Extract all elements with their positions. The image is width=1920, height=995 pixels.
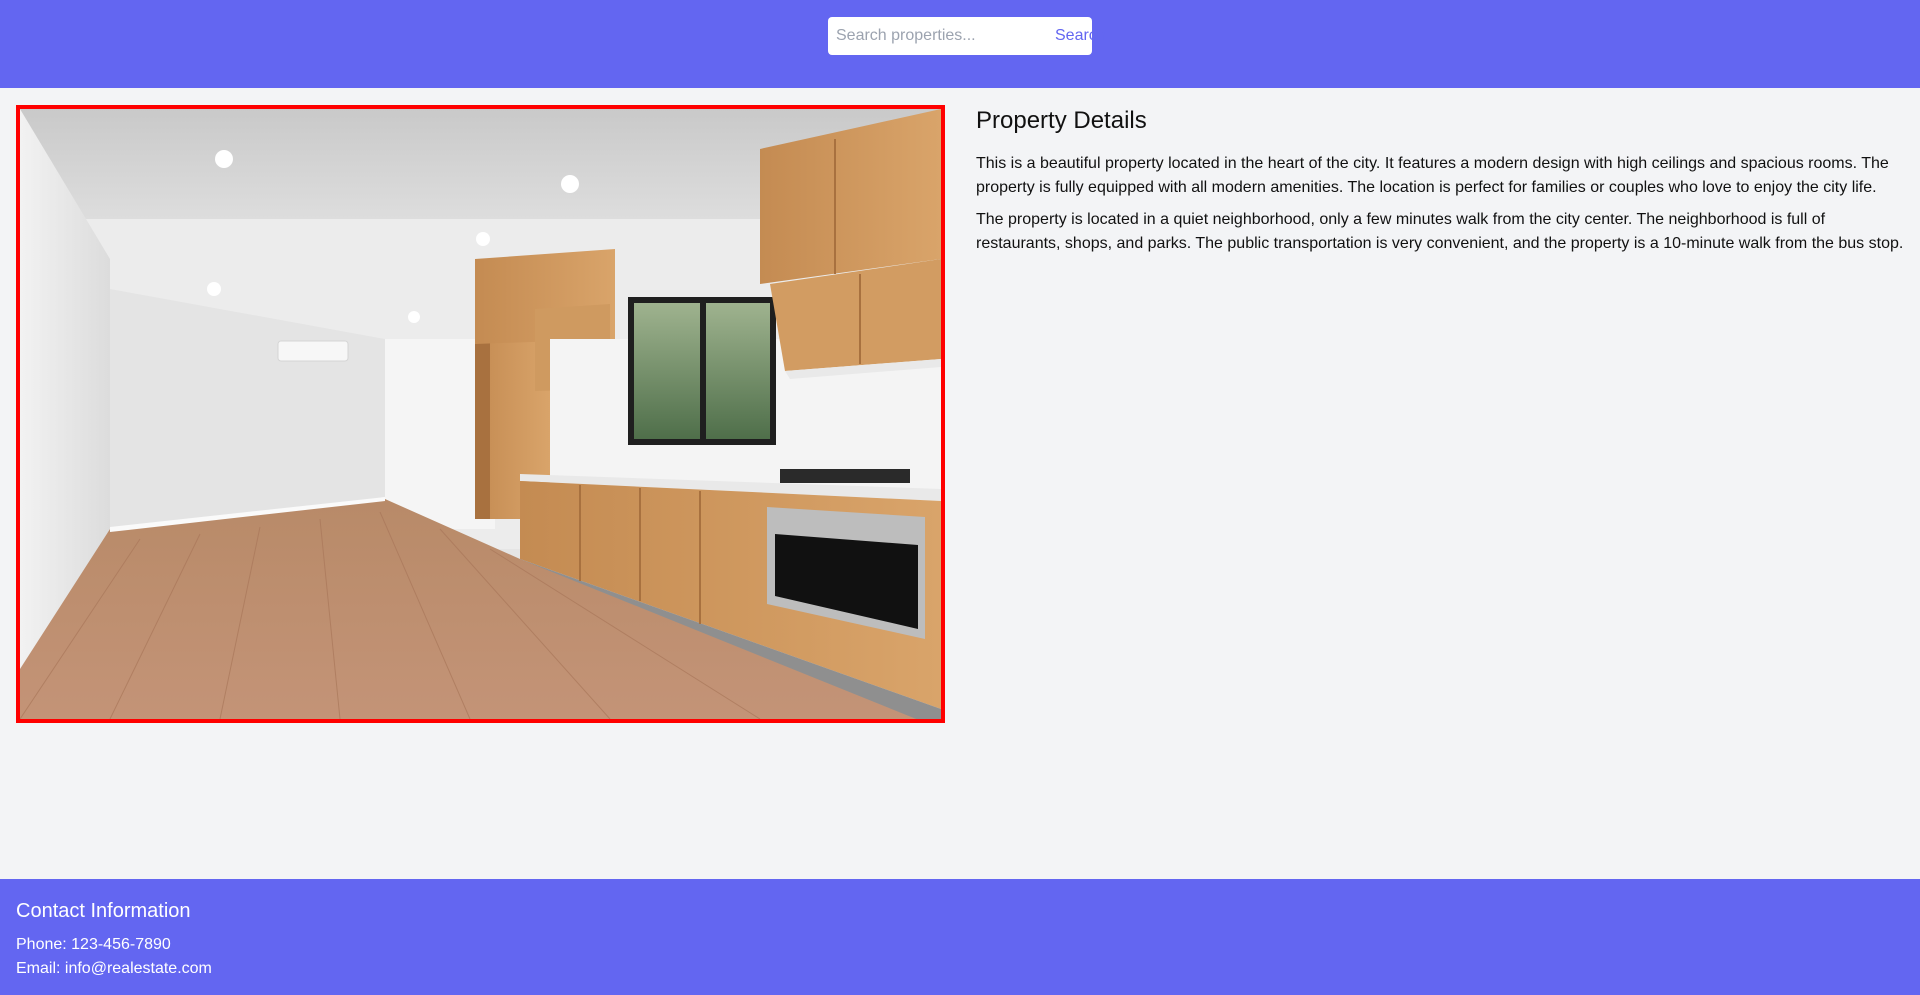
details-paragraph-1: This is a beautiful property located in …	[976, 155, 1889, 196]
details-title: Property Details	[976, 107, 1147, 134]
contact-email: Email: info@realestate.com	[16, 960, 212, 977]
details-paragraph-2: The property is located in a quiet neigh…	[976, 211, 1904, 252]
search-button[interactable]: Search	[1051, 17, 1114, 55]
search-input[interactable]	[828, 17, 1051, 55]
footer: Contact Information Phone: 123-456-7890 …	[0, 879, 1920, 995]
contact-title: Contact Information	[16, 900, 191, 922]
property-photo	[16, 105, 945, 723]
contact-phone: Phone: 123-456-7890	[16, 936, 171, 953]
property-details: Property Details This is a beautiful pro…	[976, 104, 1906, 264]
search-box: Search	[828, 17, 1106, 55]
property-photo-image	[20, 109, 941, 719]
top-bar: Search	[0, 0, 1920, 88]
